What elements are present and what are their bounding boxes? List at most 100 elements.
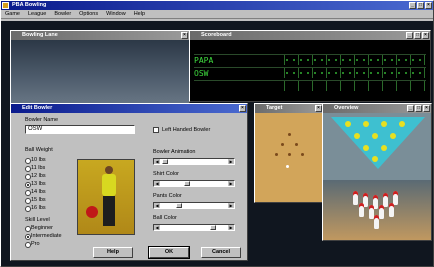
bowler-name-input[interactable]: OSW (25, 125, 135, 134)
slider-thumb[interactable] (162, 159, 168, 164)
bowling-pin (353, 191, 358, 205)
overview-title: Overview (334, 105, 359, 111)
skill-radio-beginner[interactable]: Beginner (25, 225, 53, 232)
slider-thumb[interactable] (176, 203, 182, 208)
weight-radio-11[interactable]: 11 lbs (25, 165, 45, 172)
pants-color-label: Pants Color (153, 193, 182, 199)
slider-left-arrow[interactable]: ◀ (154, 203, 160, 208)
skill-radio-intermediate[interactable]: Intermediate (25, 233, 62, 240)
score-row: PAPA (194, 54, 426, 65)
player-name: OSW (194, 69, 209, 78)
menu-window[interactable]: Window (106, 10, 126, 18)
maximize-icon[interactable]: □ (414, 32, 421, 39)
close-icon[interactable]: × (239, 105, 246, 112)
target-window: Target × (254, 103, 324, 203)
minimize-icon[interactable]: _ (406, 32, 413, 39)
skill-radio-pro[interactable]: Pro (25, 241, 40, 248)
slider-right-arrow[interactable]: ▶ (228, 181, 234, 186)
score-row (194, 80, 426, 91)
close-icon[interactable]: × (181, 32, 188, 39)
animation-slider[interactable]: ◀ ▶ (153, 158, 235, 165)
shirt-color-slider[interactable]: ◀ ▶ (153, 180, 235, 187)
pin-spot (354, 133, 360, 139)
scoreboard-body: PAPA OSW (190, 40, 430, 101)
slider-left-arrow[interactable]: ◀ (154, 225, 160, 230)
overview-window: Overview _ □ × (322, 103, 432, 241)
menu-game[interactable]: Game (5, 10, 20, 18)
weight-radio-12[interactable]: 12 lbs (25, 173, 46, 180)
help-button[interactable]: Help (93, 247, 133, 258)
weight-radio-16[interactable]: 16 lbs (25, 205, 46, 212)
weight-radio-13[interactable]: 13 lbs (25, 181, 46, 188)
scoreboard-title: Scoreboard (201, 32, 232, 38)
bowler-preview (77, 159, 135, 235)
bowler-head (105, 166, 113, 174)
left-handed-checkbox[interactable] (153, 127, 159, 133)
close-icon[interactable]: × (423, 105, 430, 112)
scoreboard-window: Scoreboard _ □ × PAPA OSW (189, 30, 431, 102)
score-row: OSW (194, 67, 426, 78)
target-pin (281, 143, 284, 146)
animation-label: Bowler Animation (153, 149, 196, 155)
bowler-name-label: Bowler Name (25, 117, 59, 123)
scoreboard-titlebar[interactable]: Scoreboard _ □ × (190, 31, 430, 40)
slider-left-arrow[interactable]: ◀ (154, 159, 160, 164)
weight-radio-15[interactable]: 15 lbs (25, 197, 46, 204)
close-icon[interactable]: × (422, 32, 429, 39)
target-lane[interactable] (255, 113, 323, 202)
maximize-icon[interactable]: □ (415, 105, 422, 112)
pants-color-slider[interactable]: ◀ ▶ (153, 202, 235, 209)
lane-titlebar[interactable]: Bowling Lane × (11, 31, 189, 40)
bowling-pin (379, 205, 384, 219)
weight-radio-10[interactable]: 10 lbs (25, 157, 46, 164)
pin-spot (363, 121, 369, 127)
minimize-icon[interactable]: _ (409, 2, 416, 9)
maximize-icon[interactable]: □ (417, 2, 424, 9)
frame-grid (284, 81, 426, 91)
app-icon[interactable] (2, 2, 9, 9)
dialog-titlebar[interactable]: Edit Bowler × (11, 104, 247, 113)
ok-button[interactable]: OK (148, 246, 190, 259)
bowling-pin (393, 191, 398, 205)
pin-spot (399, 121, 405, 127)
pin-spot (381, 121, 387, 127)
pin-spot (390, 133, 396, 139)
target-pin (288, 133, 291, 136)
slider-thumb[interactable] (210, 225, 216, 230)
target-pin (275, 153, 278, 156)
weight-radio-14[interactable]: 14 lbs (25, 189, 46, 196)
slider-thumb[interactable] (184, 181, 190, 186)
aim-marker[interactable] (286, 165, 289, 168)
slider-right-arrow[interactable]: ▶ (228, 159, 234, 164)
ball-weight-label: Ball Weight (25, 147, 53, 153)
bowling-pin (359, 203, 364, 217)
cancel-button[interactable]: Cancel (201, 247, 241, 258)
dialog-body: Bowler Name OSW Left Handed Bowler Ball … (11, 113, 247, 260)
pin-spot (363, 145, 369, 151)
overview-view (323, 113, 431, 240)
menu-options[interactable]: Options (79, 10, 98, 18)
pin-spot (381, 145, 387, 151)
slider-right-arrow[interactable]: ▶ (228, 203, 234, 208)
minimize-icon[interactable]: _ (407, 105, 414, 112)
close-icon[interactable]: × (315, 105, 322, 112)
target-pin (295, 143, 298, 146)
menu-league[interactable]: League (28, 10, 46, 18)
target-titlebar[interactable]: Target × (255, 104, 323, 113)
ball-color-label: Ball Color (153, 215, 177, 221)
overview-titlebar[interactable]: Overview _ □ × (323, 104, 431, 113)
frame-marks (286, 59, 426, 61)
bowling-pin (374, 215, 379, 229)
bowling-pin (389, 203, 394, 217)
slider-right-arrow[interactable]: ▶ (228, 225, 234, 230)
app-titlebar[interactable]: PBA Bowling _ □ × (1, 1, 433, 10)
pin-spot (372, 133, 378, 139)
player-name: PAPA (194, 56, 214, 65)
close-icon[interactable]: × (425, 2, 432, 9)
target-pin (301, 153, 304, 156)
menu-bowler[interactable]: Bowler (54, 10, 71, 18)
slider-left-arrow[interactable]: ◀ (154, 181, 160, 186)
menu-help[interactable]: Help (134, 10, 145, 18)
bowler-shirt (102, 174, 116, 196)
ball-color-slider[interactable]: ◀ ▶ (153, 224, 235, 231)
